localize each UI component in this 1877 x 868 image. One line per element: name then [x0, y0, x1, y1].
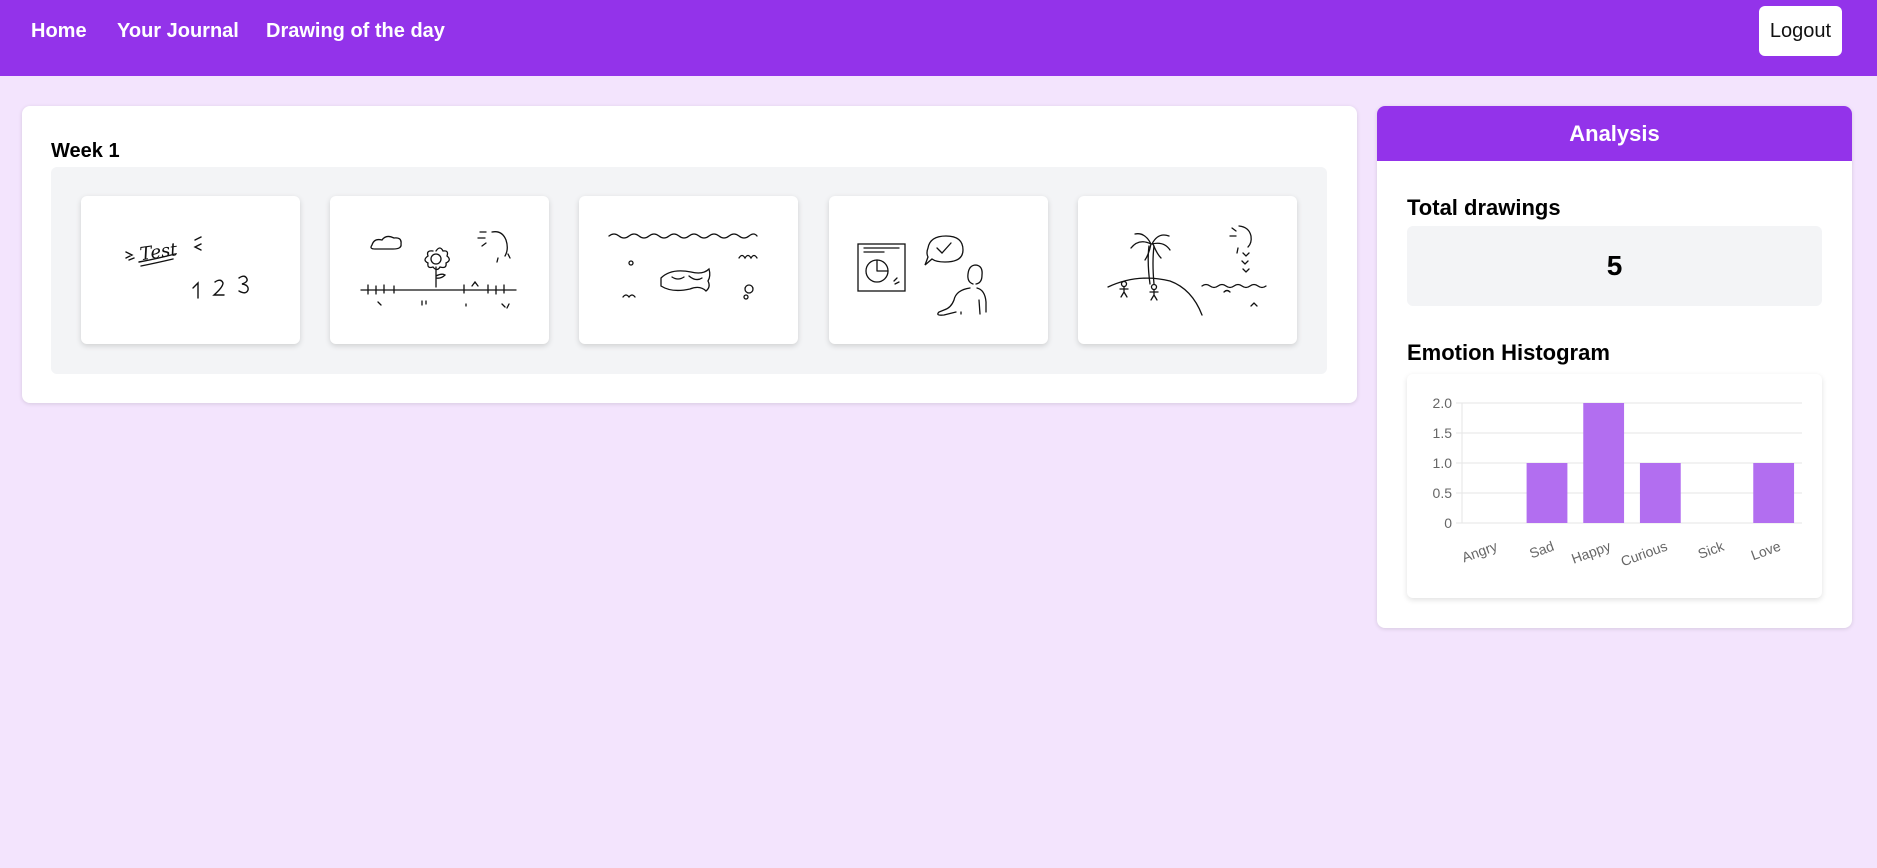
drawing-thumbnail-1[interactable]: Test [81, 196, 300, 344]
drawing-thumbnail-4[interactable] [829, 196, 1048, 344]
x-tick-label-curious: Curious [1619, 538, 1670, 570]
emotion-histogram-title: Emotion Histogram [1407, 340, 1610, 365]
drawing-thumbnail-2[interactable] [330, 196, 549, 344]
drawing-flower-field [360, 231, 517, 309]
logout-button[interactable]: Logout [1759, 6, 1842, 56]
nav-home-link[interactable]: Home [31, 20, 87, 43]
y-tick-label: 1.5 [1433, 425, 1453, 441]
drawing-thumbnail-3[interactable] [579, 196, 798, 344]
x-tick-label-sick: Sick [1696, 537, 1727, 561]
x-tick-label-love: Love [1749, 538, 1783, 563]
total-drawings-title: Total drawings [1407, 195, 1561, 220]
x-tick-label-sad: Sad [1527, 538, 1556, 562]
drawing-presentation [857, 235, 987, 316]
emotion-histogram-chart: 0 0.5 1.0 1.5 2.0 Angry Sad Happy Curious Sick Lov… [1407, 374, 1822, 598]
analysis-header: Analysis [1377, 106, 1852, 161]
y-tick-label: 2.0 [1433, 395, 1453, 411]
x-tick-label-angry: Angry [1460, 538, 1500, 566]
nav-journal-link[interactable]: Your Journal [117, 20, 239, 43]
histogram-bar-sad [1526, 463, 1568, 523]
drawing-beach-palm [1107, 225, 1267, 316]
x-tick-label-happy: Happy [1569, 538, 1613, 567]
y-tick-label: 1.0 [1433, 455, 1453, 471]
nav-drawing-of-day-link[interactable]: Drawing of the day [266, 20, 445, 43]
total-drawings-value: 5 [1407, 226, 1822, 306]
top-navbar: Home Your Journal Drawing of the day Log… [0, 0, 1877, 76]
drawing-test-123: Test [125, 236, 249, 299]
histogram-bar-happy [1583, 403, 1625, 523]
week-title: Week 1 [51, 140, 120, 162]
y-tick-label: 0.5 [1433, 485, 1453, 501]
histogram-bar-love [1753, 463, 1795, 523]
y-tick-label: 0 [1444, 515, 1452, 531]
drawing-thumbnail-5[interactable] [1078, 196, 1297, 344]
drawing-fish-sea [608, 233, 758, 300]
histogram-bar-curious [1639, 463, 1681, 523]
histogram-svg: 0 0.5 1.0 1.5 2.0 Angry Sad Happy Curious Sick Lov… [1433, 395, 1802, 570]
